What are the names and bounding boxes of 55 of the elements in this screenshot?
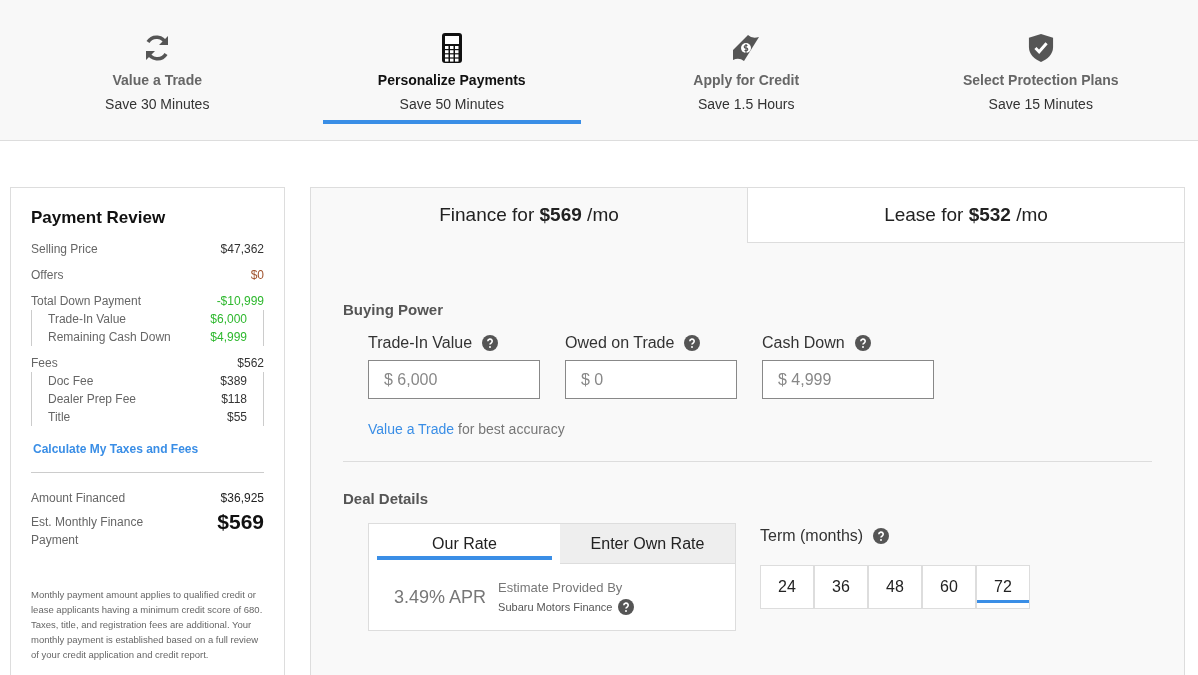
- row-value: $36,925: [220, 490, 264, 507]
- row-label: Title: [48, 409, 71, 426]
- row-label: Est. Monthly Finance Payment: [31, 514, 145, 549]
- input-field[interactable]: $ 6,000: [368, 360, 540, 399]
- field-label: Cash Down: [762, 334, 845, 352]
- row-label: Total Down Payment: [31, 293, 142, 310]
- row-value: $55: [226, 409, 247, 426]
- lender-name: Subaru Motors Finance: [498, 601, 613, 613]
- input-field[interactable]: $ 4,999: [762, 360, 934, 399]
- monthly-payment: $569: [217, 513, 264, 535]
- row-label: Fees: [31, 355, 58, 372]
- help-icon[interactable]: [618, 599, 635, 615]
- row-value: $6,000: [210, 311, 247, 328]
- help-icon[interactable]: [873, 528, 890, 544]
- row-label: Selling Price: [31, 241, 98, 258]
- help-icon[interactable]: [684, 335, 701, 351]
- row-label: Remaining Cash Down: [48, 329, 171, 346]
- field-label: Owed on Trade: [565, 334, 675, 352]
- row-label: Doc Fee: [48, 373, 94, 390]
- row-value: $118: [221, 391, 247, 408]
- card-title: Payment Review: [31, 208, 167, 228]
- row-value: $562: [237, 355, 264, 372]
- row-label: Offers: [31, 267, 64, 284]
- row-label: Amount Financed: [31, 490, 126, 507]
- disclaimer-text: Monthly payment amount applies to qualified credit or lease applicants having a minimum credit score of 680. Taxes, title, and registration fees are additional. Your monthly payment is established based on a full review of your credit application and credit report.: [31, 588, 264, 662]
- rate-tab[interactable]: Enter Own Rate: [560, 524, 735, 564]
- hint-text: Value a Trade for best accuracy: [368, 421, 566, 437]
- row-value: $47,362: [220, 241, 264, 258]
- row-label: Trade-In Value: [48, 311, 127, 328]
- help-icon[interactable]: [482, 335, 499, 351]
- estimate-label: Estimate Provided By: [498, 580, 624, 595]
- row-value: -$10,999: [216, 293, 264, 310]
- term-option[interactable]: 60: [922, 565, 976, 609]
- apr-rate: 3.49% APR: [394, 587, 487, 608]
- section-title: Buying Power: [343, 301, 444, 318]
- field-label: Trade-In Value: [368, 334, 473, 352]
- calculator-icon: [440, 32, 463, 64]
- row-value: $4,999: [210, 329, 247, 346]
- term-option[interactable]: 24: [760, 565, 814, 609]
- row-label: Dealer Prep Fee: [48, 391, 137, 408]
- payment-tab[interactable]: Lease for $532 /mo: [747, 188, 1184, 243]
- term-label: Term (months): [760, 527, 864, 545]
- step-tab[interactable]: Select Protection Plans Save 15 Minutes: [911, 0, 1170, 124]
- help-icon[interactable]: [854, 335, 871, 351]
- row-value: $389: [220, 373, 247, 390]
- step-tab[interactable]: Value a Trade Save 30 Minutes: [28, 0, 287, 124]
- input-field[interactable]: $ 0: [565, 360, 737, 399]
- step-tab[interactable]: Personalize Payments Save 50 Minutes: [322, 0, 581, 124]
- section-title: Deal Details: [343, 490, 430, 507]
- term-option[interactable]: 36: [814, 565, 868, 609]
- term-option[interactable]: 72: [976, 565, 1030, 609]
- row-value: $0: [250, 267, 264, 284]
- step-tab[interactable]: Apply for Credit Save 1.5 Hours: [617, 0, 876, 124]
- shield-check-icon: [1027, 33, 1054, 63]
- term-option[interactable]: 48: [868, 565, 922, 609]
